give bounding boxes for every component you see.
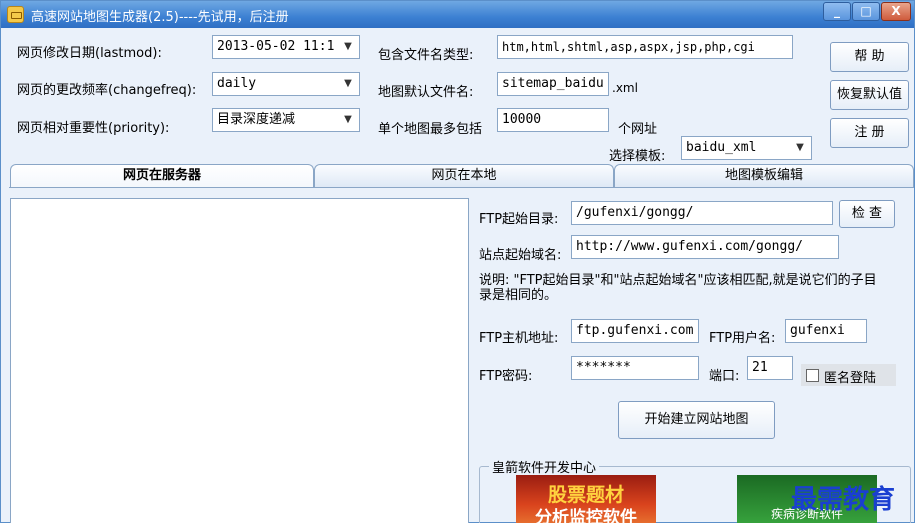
tab-divider [9, 187, 914, 188]
priority-label: 网页相对重要性(priority): [17, 121, 170, 136]
filetypes-input[interactable]: htm,html,shtml,asp,aspx,jsp,php,cgi [497, 35, 793, 59]
window-title: 高速网站地图生成器(2.5)----先试用，后注册 [31, 10, 289, 25]
start-build-button[interactable]: 开始建立网站地图 [618, 401, 775, 439]
max-urls-input[interactable]: 10000 [497, 108, 609, 132]
close-button[interactable]: X [881, 2, 911, 21]
maximize-button[interactable]: □ [852, 2, 880, 21]
chevron-down-icon: ▼ [344, 41, 352, 52]
priority-select[interactable]: 目录深度递减 ▼ [212, 108, 360, 132]
ftp-start-dir-input[interactable]: /gufenxi/gongg/ [571, 201, 833, 225]
anonymous-label[interactable]: 匿名登陆 [824, 367, 876, 386]
tab-local[interactable]: 网页在本地 [314, 164, 614, 188]
max-urls-label: 单个地图最多包括 [378, 122, 483, 137]
help-button[interactable]: 帮 助 [830, 42, 909, 72]
app-window: 高速网站地图生成器(2.5)----先试用，后注册 _ □ X 网页修改日期(l… [0, 0, 915, 523]
app-icon [7, 6, 24, 23]
stock-software-banner[interactable]: 股票题材 分析监控软件 [516, 475, 656, 523]
lastmod-select[interactable]: 2013-05-02 11:1 ▼ [212, 35, 360, 59]
ftp-password-label: FTP密码: [479, 369, 533, 384]
ftp-port-label: 端口: [709, 369, 740, 384]
banner1-line2: 分析监控软件 [535, 508, 637, 523]
anonymous-checkbox[interactable] [806, 369, 819, 382]
tab-server[interactable]: 网页在服务器 [10, 164, 314, 188]
tab-template-edit[interactable]: 地图模板编辑 [614, 164, 914, 188]
site-domain-input[interactable]: http://www.gufenxi.com/gongg/ [571, 235, 839, 259]
lastmod-label: 网页修改日期(lastmod): [17, 46, 162, 61]
changefreq-value: daily [217, 76, 257, 91]
promo-group-title: 皇箭软件开发中心 [489, 457, 600, 476]
filetypes-label: 包含文件名类型: [378, 48, 474, 63]
changefreq-label: 网页的更改频率(changefreq): [17, 83, 197, 98]
changefreq-select[interactable]: daily ▼ [212, 72, 360, 96]
default-filename-input[interactable]: sitemap_baidu [497, 72, 609, 96]
ftp-host-input[interactable]: ftp.gufenxi.com [571, 319, 699, 343]
minimize-button[interactable]: _ [823, 2, 851, 21]
chevron-down-icon: ▼ [344, 78, 352, 89]
ftp-host-label: FTP主机地址: [479, 331, 559, 346]
ftp-user-label: FTP用户名: [709, 331, 776, 346]
default-filename-label: 地图默认文件名: [378, 85, 474, 100]
ftp-port-input[interactable]: 21 [747, 356, 793, 380]
template-value: baidu_xml [686, 140, 757, 155]
chevron-down-icon: ▼ [344, 114, 352, 125]
ftp-start-dir-label: FTP起始目录: [479, 212, 559, 227]
lastmod-value: 2013-05-02 11:1 [217, 39, 335, 54]
site-domain-label: 站点起始域名: [479, 248, 562, 263]
watermark: 最需教育 [791, 485, 896, 515]
register-button[interactable]: 注 册 [830, 118, 909, 148]
template-label: 选择模板: [609, 149, 666, 164]
title-bar[interactable]: 高速网站地图生成器(2.5)----先试用，后注册 _ □ X [1, 1, 914, 28]
max-urls-suffix: 个网址 [618, 122, 658, 137]
priority-value: 目录深度递减 [217, 112, 296, 127]
ftp-password-input[interactable]: ******* [571, 356, 699, 380]
template-select[interactable]: baidu_xml ▼ [681, 136, 812, 160]
ftp-note: 说明: "FTP起始目录"和"站点起始域名"应该相匹配,就是说它们的子目录是相同… [479, 273, 877, 303]
chevron-down-icon: ▼ [796, 142, 804, 153]
check-button[interactable]: 检 查 [839, 200, 895, 228]
ftp-user-input[interactable]: gufenxi [785, 319, 867, 343]
default-filename-suffix: .xml [612, 81, 638, 95]
file-list[interactable] [10, 198, 469, 523]
restore-defaults-button[interactable]: 恢复默认值 [830, 80, 909, 110]
